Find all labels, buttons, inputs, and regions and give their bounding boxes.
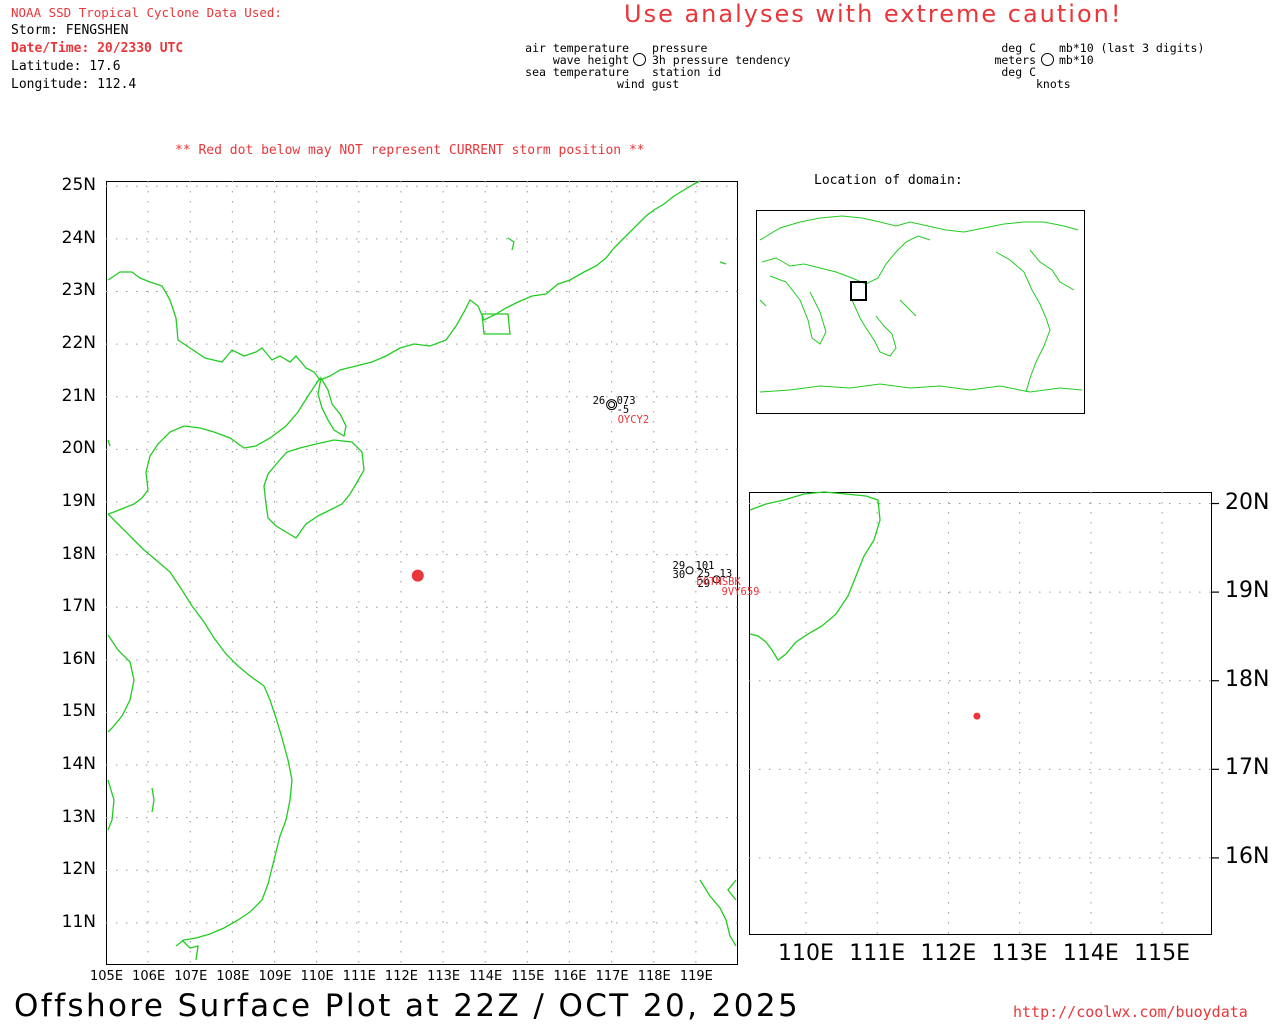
main-lat-label: 17N [61,596,96,617]
zoom-lat-label: 16N [1225,843,1270,869]
main-lon-label: 114E [469,969,503,984]
zoom-storm-position-dot [973,712,981,720]
main-lon-label: 117E [595,969,629,984]
main-lon-label: 119E [679,969,713,984]
main-lon-label: 105E [90,969,124,984]
zoom-lon-label: 113E [991,941,1048,966]
main-lon-label: 107E [174,969,208,984]
main-lat-label: 13N [61,806,96,827]
zoom-lon-label: 114E [1062,941,1119,966]
station-dotnsbk-circle [685,566,694,575]
main-lat-label: 21N [61,385,96,406]
zoom-lon-label: 112E [920,941,977,966]
main-lon-label: 106E [132,969,166,984]
map-graphics [106,180,1219,965]
zoom-lat-label: 19N [1225,578,1270,604]
footer-url[interactable]: http://coolwx.com/buoydata [1013,1003,1248,1021]
main-map-coastline [107,180,737,961]
main-lat-label: 23N [61,280,96,301]
main-lon-label: 108E [216,969,250,984]
main-lat-label: 25N [61,175,96,196]
world-inset-coastline [759,215,1083,393]
main-lon-label: 115E [511,969,545,984]
storm-position-dot [411,569,424,582]
zoom-lon-label: 111E [849,941,906,966]
main-lat-label: 22N [61,333,96,354]
station-oycy2-id: OYCY2 [617,413,650,426]
station-oycy2-air-temp: 26 [592,394,606,407]
zoom-lat-label: 20N [1225,489,1270,515]
domain-box-icon [850,281,867,301]
main-lat-label: 18N [61,543,96,564]
main-lat-label: 14N [61,754,96,775]
station-plots [606,399,721,584]
main-lat-label: 16N [61,648,96,669]
main-lat-label: 15N [61,701,96,722]
zoom-lat-label: 17N [1225,755,1270,781]
main-lon-label: 111E [342,969,376,984]
main-lat-label: 11N [61,911,96,932]
main-lat-label: 20N [61,438,96,459]
main-lat-label: 12N [61,859,96,880]
main-lat-label: 24N [61,227,96,248]
zoom-map-coastline [749,491,881,661]
station-oycy2-inner-circle [608,401,616,409]
main-lon-label: 118E [637,969,671,984]
station-9vy659-id: 9VY659 [721,586,760,599]
main-lat-label: 19N [61,490,96,511]
main-lon-label: 110E [300,969,334,984]
footer-title: Offshore Surface Plot at 22Z / OCT 20, 2… [14,988,801,1024]
station-dotnsbk-sea-temp: 30 [672,569,686,582]
main-lon-label: 109E [258,969,292,984]
zoom-lat-label: 18N [1225,666,1270,692]
main-lon-label: 112E [384,969,418,984]
main-lon-label: 113E [427,969,461,984]
zoom-map-grid [749,492,1219,935]
main-lon-label: 116E [553,969,587,984]
zoom-lon-label: 115E [1134,941,1191,966]
zoom-lon-label: 110E [777,941,834,966]
